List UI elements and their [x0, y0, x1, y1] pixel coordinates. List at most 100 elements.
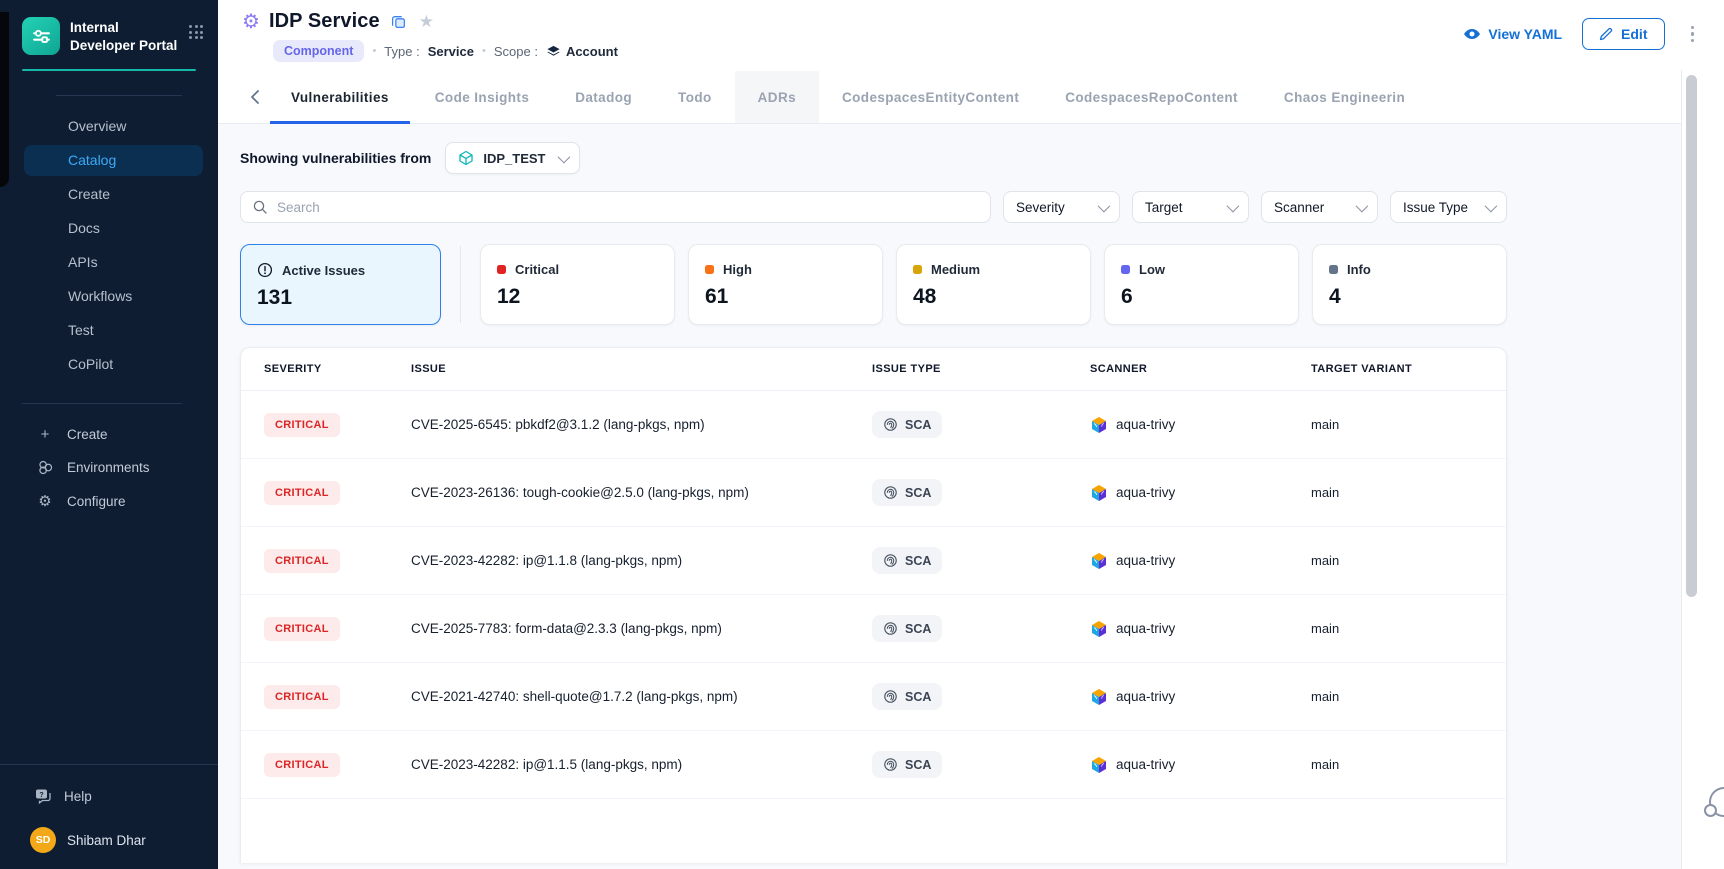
filter-label: Scanner [1274, 200, 1324, 215]
account-layers-icon [546, 44, 561, 59]
project-selector-dropdown[interactable]: IDP_TEST [445, 142, 580, 174]
tab-adrs[interactable]: ADRs [735, 71, 819, 123]
kebab-menu-icon[interactable] [1685, 22, 1701, 47]
sidebar-item-apis[interactable]: APIs [24, 247, 203, 278]
tab-chaos-engineering[interactable]: Chaos Engineerin [1261, 71, 1428, 123]
stat-card-medium[interactable]: Medium 48 [896, 244, 1091, 325]
tab-vulnerabilities[interactable]: Vulnerabilities [268, 71, 412, 123]
chevron-down-icon [558, 150, 571, 163]
issue-type-pill: SCA [872, 547, 942, 574]
scanner-cell: aqua-trivy [1090, 484, 1311, 502]
scope-value: Account [566, 44, 618, 59]
info-dot-icon [1329, 265, 1338, 274]
scanner-filter-dropdown[interactable]: Scanner [1261, 191, 1378, 223]
table-row[interactable]: CRITICAL CVE-2023-42282: ip@1.1.5 (lang-… [241, 731, 1506, 799]
tab-todo[interactable]: Todo [655, 71, 735, 123]
stat-card-low[interactable]: Low 6 [1104, 244, 1299, 325]
apps-grid-icon[interactable] [189, 25, 204, 39]
entity-header: ⚙ IDP Service ★ Component • Type : Servi… [218, 0, 1724, 71]
tabs-scroll-left-button[interactable] [242, 85, 268, 109]
vulnerabilities-panel: Showing vulnerabilities from IDP_TEST Se… [218, 124, 1507, 863]
project-selector-value: IDP_TEST [483, 151, 545, 166]
scope-label: Scope : [494, 44, 538, 59]
gear-icon: ⚙ [36, 492, 54, 510]
feedback-widget-icon[interactable] [1709, 787, 1724, 817]
column-header-target-variant: TARGET VARIANT [1311, 363, 1506, 375]
help-chat-icon [34, 787, 52, 805]
sidebar-item-create[interactable]: Create [24, 179, 203, 210]
sidebar-item-overview[interactable]: Overview [24, 111, 203, 142]
sidebar-item-copilot[interactable]: CoPilot [24, 349, 203, 380]
column-header-issue: ISSUE [411, 363, 872, 375]
table-row[interactable]: CRITICAL CVE-2025-6545: pbkdf2@3.1.2 (la… [241, 391, 1506, 459]
tab-codespaces-entity-content[interactable]: CodespacesEntityContent [819, 71, 1042, 123]
cards-divider [460, 246, 461, 323]
help-button[interactable]: Help [0, 765, 218, 809]
sca-fingerprint-icon [883, 553, 898, 568]
sidebar-item-catalog[interactable]: Catalog [24, 145, 203, 176]
brand-underline [22, 69, 196, 71]
trivy-cube-icon [1090, 552, 1108, 570]
issue-cell: CVE-2021-42740: shell-quote@1.7.2 (lang-… [411, 689, 872, 704]
sidebar-item-test[interactable]: Test [24, 315, 203, 346]
sidebar-action-create[interactable]: + Create [0, 418, 218, 451]
sidebar-action-configure[interactable]: ⚙ Configure [0, 484, 218, 518]
table-row[interactable]: CRITICAL CVE-2023-26136: tough-cookie@2.… [241, 459, 1506, 527]
sidebar-action-environments[interactable]: Environments [0, 451, 218, 484]
table-header-row: SEVERITY ISSUE ISSUE TYPE SCANNER TARGET… [241, 348, 1506, 391]
sidebar-bottom: Help SD Shibam Dhar [0, 764, 218, 869]
type-label: Type : [384, 44, 419, 59]
filter-label: Issue Type [1403, 200, 1468, 215]
scanner-cell: aqua-trivy [1090, 688, 1311, 706]
tab-code-insights[interactable]: Code Insights [412, 71, 552, 123]
pencil-icon [1599, 27, 1613, 41]
page-title: IDP Service [269, 10, 380, 33]
edit-button[interactable]: Edit [1582, 18, 1664, 50]
stat-card-info[interactable]: Info 4 [1312, 244, 1507, 325]
stat-card-high[interactable]: High 61 [688, 244, 883, 325]
search-box [240, 191, 991, 223]
sca-fingerprint-icon [883, 689, 898, 704]
component-gear-icon: ⚙ [242, 12, 260, 32]
table-row[interactable]: CRITICAL CVE-2021-42740: shell-quote@1.7… [241, 663, 1506, 731]
stat-value: 48 [913, 285, 1090, 309]
user-name: Shibam Dhar [67, 833, 146, 848]
copy-name-button[interactable] [389, 14, 408, 29]
severity-badge: CRITICAL [264, 481, 340, 505]
target-variant-cell: main [1311, 757, 1506, 772]
column-header-issue-type: ISSUE TYPE [872, 363, 1090, 375]
severity-filter-dropdown[interactable]: Severity [1003, 191, 1120, 223]
target-filter-dropdown[interactable]: Target [1132, 191, 1249, 223]
showing-vulnerabilities-label: Showing vulnerabilities from [240, 150, 431, 166]
sca-fingerprint-icon [883, 757, 898, 772]
severity-badge: CRITICAL [264, 753, 340, 777]
stat-card-active-issues[interactable]: Active Issues 131 [240, 244, 441, 325]
stat-value: 4 [1329, 285, 1506, 309]
issue-type-pill: SCA [872, 479, 942, 506]
edit-label: Edit [1621, 26, 1647, 42]
type-value: Service [428, 44, 474, 59]
stat-card-critical[interactable]: Critical 12 [480, 244, 675, 325]
stat-label: Info [1347, 262, 1371, 277]
issue-cell: CVE-2023-42282: ip@1.1.5 (lang-pkgs, npm… [411, 757, 872, 772]
table-row[interactable]: CRITICAL CVE-2023-42282: ip@1.1.8 (lang-… [241, 527, 1506, 595]
sidebar-item-docs[interactable]: Docs [24, 213, 203, 244]
critical-dot-icon [497, 265, 506, 274]
user-menu[interactable]: SD Shibam Dhar [0, 809, 218, 869]
issue-type-filter-dropdown[interactable]: Issue Type [1390, 191, 1507, 223]
table-row[interactable]: CRITICAL CVE-2025-7783: form-data@2.3.3 … [241, 595, 1506, 663]
scrollbar-thumb[interactable] [1686, 75, 1697, 597]
search-input[interactable] [277, 200, 979, 215]
favorite-star-button[interactable]: ★ [417, 13, 436, 30]
severity-badge: CRITICAL [264, 549, 340, 573]
view-yaml-button[interactable]: View YAML [1463, 26, 1562, 42]
tab-datadog[interactable]: Datadog [552, 71, 655, 123]
star-icon: ★ [419, 13, 434, 30]
sidebar-item-workflows[interactable]: Workflows [24, 281, 203, 312]
filter-label: Severity [1016, 200, 1065, 215]
chevron-down-icon [1098, 199, 1111, 212]
issue-type-pill: SCA [872, 751, 942, 778]
tab-codespaces-repo-content[interactable]: CodespacesRepoContent [1042, 71, 1261, 123]
issue-type-pill: SCA [872, 411, 942, 438]
plus-icon: + [36, 426, 54, 443]
